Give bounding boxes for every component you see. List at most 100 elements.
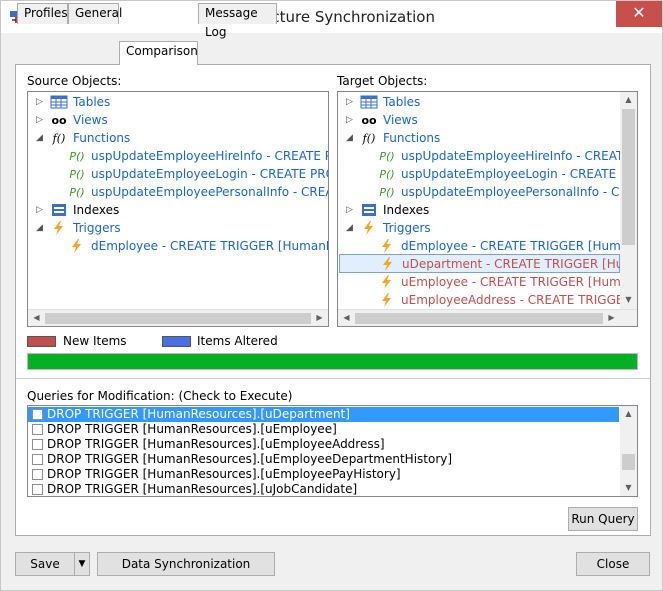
tree-node-functions[interactable]: ◢ f() Functions xyxy=(338,129,620,147)
scroll-left-icon[interactable]: ◀ xyxy=(338,313,355,322)
tree-label: Functions xyxy=(383,131,441,145)
scroll-right-icon[interactable]: ▶ xyxy=(311,313,328,322)
progress-fill xyxy=(28,354,637,369)
trigger-icon xyxy=(54,221,63,235)
queries-list[interactable]: DROP TRIGGER [HumanResources].[uDepartme… xyxy=(27,405,638,497)
query-text: DROP TRIGGER [HumanResources].[uEmployee… xyxy=(47,437,385,451)
tree-node-trigger-item-selected[interactable]: uDepartment - CREATE TRIGGER [Human xyxy=(339,254,637,273)
tree-label: Triggers xyxy=(383,221,431,235)
query-checkbox[interactable] xyxy=(32,409,43,420)
tree-label: Functions xyxy=(73,131,131,145)
glasses-icon: oo xyxy=(361,114,377,127)
trigger-icon xyxy=(382,239,391,253)
procedure-icon: P() xyxy=(69,168,85,181)
window-close-button[interactable]: ✕ xyxy=(616,1,662,27)
tree-node-indexes[interactable]: ▷ Indexes xyxy=(28,201,328,219)
query-text: DROP TRIGGER [HumanResources].[uEmployee… xyxy=(47,467,401,481)
function-icon: f() xyxy=(52,132,66,145)
query-row[interactable]: DROP TRIGGER [HumanResources].[uEmployee… xyxy=(28,467,619,482)
query-row[interactable]: DROP TRIGGER [HumanResources].[uDepartme… xyxy=(28,407,619,422)
procedure-icon: P() xyxy=(69,150,85,163)
table-icon xyxy=(50,95,68,109)
tree-node-triggers[interactable]: ◢ Triggers xyxy=(28,219,328,237)
index-icon xyxy=(362,204,376,216)
glasses-icon: oo xyxy=(51,114,67,127)
target-vertical-scrollbar[interactable]: ▲ ▼ xyxy=(620,92,637,309)
tree-node-tables[interactable]: ▷ Tables xyxy=(28,93,328,111)
structure-sync-window: * Structure Synchronization ✕ Profiles G… xyxy=(0,0,663,591)
query-checkbox[interactable] xyxy=(32,469,43,480)
save-button[interactable]: Save xyxy=(15,552,75,576)
tree-node-views[interactable]: ▷ oo Views xyxy=(28,111,328,129)
run-query-button[interactable]: Run Query xyxy=(568,507,638,531)
tree-node-procedure[interactable]: P() uspUpdateEmployeePersonalInfo - CREA xyxy=(338,183,637,201)
query-text: DROP TRIGGER [HumanResources].[uEmployee… xyxy=(47,452,453,466)
tree-node-triggers[interactable]: ◢ Triggers xyxy=(338,219,620,237)
tree-label: Triggers xyxy=(73,221,121,235)
scroll-down-icon[interactable]: ▼ xyxy=(620,295,637,304)
tree-node-trigger-item[interactable]: dEmployee - CREATE TRIGGER [HumanResou xyxy=(28,237,328,255)
query-row[interactable]: DROP TRIGGER [HumanResources].[uEmployee… xyxy=(28,452,619,467)
source-objects-label: Source Objects: xyxy=(27,74,122,88)
query-row[interactable]: DROP TRIGGER [HumanResources].[uEmployee… xyxy=(28,422,619,437)
query-text: DROP TRIGGER [HumanResources].[uEmployee… xyxy=(47,422,337,436)
section-divider xyxy=(16,378,650,379)
tree-label: uspUpdateEmployeeLogin - CREATE PROCED xyxy=(91,167,328,181)
scroll-left-icon[interactable]: ◀ xyxy=(28,313,45,322)
tree-node-views[interactable]: ▷ oo Views xyxy=(338,111,620,129)
query-checkbox[interactable] xyxy=(32,424,43,435)
trigger-icon xyxy=(364,221,373,235)
tree-node-procedure[interactable]: P() uspUpdateEmployeeHireInfo - CREATE P… xyxy=(338,147,637,165)
source-horizontal-scrollbar[interactable]: ◀ ▶ xyxy=(28,309,328,326)
source-objects-tree[interactable]: ▷ Tables ▷ oo Views ◢ f() Functions P() … xyxy=(27,91,329,327)
tree-node-tables[interactable]: ▷ Tables xyxy=(338,93,620,111)
tree-node-functions[interactable]: ◢ f() Functions xyxy=(28,129,328,147)
scroll-thumb[interactable] xyxy=(622,109,635,245)
tree-node-procedure[interactable]: P() uspUpdateEmployeeLogin - CREATE PROC… xyxy=(28,165,328,183)
query-checkbox[interactable] xyxy=(32,454,43,465)
scroll-thumb[interactable] xyxy=(622,454,635,470)
scroll-down-icon[interactable]: ▼ xyxy=(620,483,637,492)
scroll-up-icon[interactable]: ▲ xyxy=(620,409,637,418)
tab-general[interactable]: General xyxy=(68,3,122,24)
tree-node-procedure[interactable]: P() uspUpdateEmployeeLogin - CREATE PRO xyxy=(338,165,637,183)
data-synchronization-button[interactable]: Data Synchronization xyxy=(97,552,275,576)
tree-node-trigger-item[interactable]: uEmployee - CREATE TRIGGER [HumanRe xyxy=(338,273,637,291)
scroll-up-icon[interactable]: ▲ xyxy=(620,95,637,104)
tree-node-trigger-item[interactable]: dEmployee - CREATE TRIGGER [HumanRe xyxy=(338,237,637,255)
tree-node-procedure[interactable]: P() uspUpdateEmployeePersonalInfo - CREA… xyxy=(28,183,328,201)
tree-node-indexes[interactable]: ▷ Indexes xyxy=(338,201,620,219)
target-objects-tree[interactable]: ▷ Tables ▷ oo Views ◢ f() Functions P() … xyxy=(337,91,638,327)
trigger-icon xyxy=(383,257,392,271)
progress-bar xyxy=(27,353,638,370)
tree-label: uspUpdateEmployeePersonalInfo - CREA xyxy=(401,185,638,199)
procedure-icon: P() xyxy=(69,186,85,199)
tree-label: Indexes xyxy=(383,203,430,217)
tab-profiles[interactable]: Profiles xyxy=(17,3,68,24)
chevron-down-icon: ▼ xyxy=(78,559,86,569)
close-button[interactable]: Close xyxy=(576,552,650,576)
scroll-thumb[interactable] xyxy=(45,313,311,324)
queries-label: Queries for Modification: (Check to Exec… xyxy=(27,389,293,403)
query-row[interactable]: DROP TRIGGER [HumanResources].[uEmployee… xyxy=(28,437,619,452)
table-icon xyxy=(360,95,378,109)
trigger-icon xyxy=(382,275,391,289)
save-dropdown-button[interactable]: ▼ xyxy=(74,552,90,576)
queries-vertical-scrollbar[interactable]: ▲ ▼ xyxy=(620,406,637,496)
tree-node-trigger-item[interactable]: uEmployeeAddress - CREATE TRIGGER [H xyxy=(338,291,637,309)
target-horizontal-scrollbar[interactable]: ◀ ▶ xyxy=(338,309,637,326)
query-checkbox[interactable] xyxy=(32,439,43,450)
scroll-thumb[interactable] xyxy=(355,313,603,324)
query-checkbox[interactable] xyxy=(32,484,43,495)
tree-label: Views xyxy=(383,113,418,127)
scroll-right-icon[interactable]: ▶ xyxy=(603,313,620,322)
tab-message-log[interactable]: Message Log xyxy=(198,3,277,39)
query-row[interactable]: DROP TRIGGER [HumanResources].[uJobCandi… xyxy=(28,482,619,496)
new-items-label: New Items xyxy=(63,334,127,348)
tree-label: Tables xyxy=(383,95,421,109)
tab-comparison[interactable]: Comparison xyxy=(119,41,198,65)
index-icon xyxy=(52,204,66,216)
tree-node-procedure[interactable]: P() uspUpdateEmployeeHireInfo - CREATE P… xyxy=(28,147,328,165)
function-icon: f() xyxy=(362,132,376,145)
tree-label: uEmployeeAddress - CREATE TRIGGER [H xyxy=(401,293,638,307)
